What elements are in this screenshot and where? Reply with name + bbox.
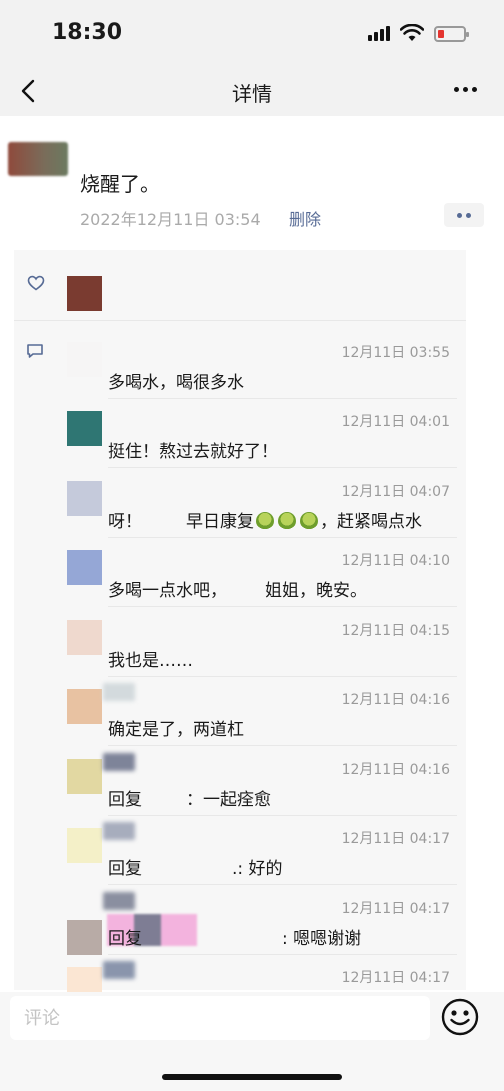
comment-item[interactable]: 12月11日 04:01 挺住！熬过去就好了！	[67, 399, 457, 468]
comment-input-bar	[0, 992, 504, 1091]
home-indicator	[162, 1074, 342, 1080]
redacted-name	[103, 892, 135, 910]
comment-text: 回复 .: 好的	[108, 854, 283, 879]
germ-emoji-icon	[278, 512, 296, 530]
commenter-avatar[interactable]	[67, 620, 102, 655]
commenter-avatar[interactable]	[67, 759, 102, 794]
like-comment-menu-button[interactable]	[444, 203, 484, 227]
comment-text-part: 回复	[108, 929, 142, 949]
divider	[108, 745, 457, 746]
germ-emoji-icon	[300, 512, 318, 530]
delete-button[interactable]: 删除	[289, 206, 321, 230]
comment-text: 回复 ：一起痊愈	[108, 785, 271, 810]
divider	[108, 606, 457, 607]
smiley-icon[interactable]	[440, 997, 480, 1037]
comment-text-part: .: 好的	[232, 859, 283, 879]
comment-time: 12月11日 04:10	[341, 553, 450, 569]
commenter-avatar[interactable]	[67, 920, 102, 955]
commenter-avatar[interactable]	[67, 550, 102, 585]
germ-emoji-icon	[256, 512, 274, 530]
more-icon[interactable]	[454, 87, 477, 92]
comment-text-part: 回复	[108, 859, 142, 879]
comment-item[interactable]: 12月11日 03:55 多喝水，喝很多水	[67, 330, 457, 399]
comment-time: 12月11日 04:07	[341, 484, 450, 500]
divider	[14, 320, 466, 321]
redacted-name	[103, 822, 135, 840]
comment-text-part: 呀！	[108, 512, 142, 532]
signal-icon	[368, 25, 390, 41]
comment-text-part: 姐姐，晚安。	[265, 581, 367, 601]
wifi-icon	[400, 24, 424, 41]
comment-time: 12月11日 04:17	[341, 831, 450, 847]
comment-time: 12月11日 04:17	[341, 970, 450, 986]
like-avatar[interactable]	[67, 276, 102, 311]
comment-text: 我也是……	[108, 651, 193, 671]
comment-time: 12月11日 04:16	[341, 692, 450, 708]
redacted-name	[103, 753, 135, 771]
commenter-avatar[interactable]	[67, 481, 102, 516]
comment-item[interactable]: 12月11日 04:15 我也是……	[67, 608, 457, 677]
comment-text: 多喝水，喝很多水	[108, 373, 244, 393]
status-time: 18:30	[52, 20, 123, 45]
status-bar: 18:30	[0, 0, 504, 66]
comment-text: 回复 : 嗯嗯谢谢	[108, 924, 361, 949]
divider	[108, 467, 457, 468]
comment-item[interactable]: 12月11日 04:16 回复 ：一起痊愈	[67, 747, 457, 816]
post-text: 烧醒了。	[80, 172, 160, 196]
author-avatar[interactable]	[8, 142, 68, 176]
comment-item[interactable]: 12月11日 04:16 确定是了，两道杠	[67, 677, 457, 746]
comment-time: 12月11日 04:15	[341, 623, 450, 639]
redacted-name	[103, 961, 135, 979]
comment-text: 挺住！熬过去就好了！	[108, 442, 278, 462]
battery-icon	[434, 26, 469, 42]
page-title: 详情	[232, 82, 272, 106]
comment-time: 12月11日 04:17	[341, 901, 450, 917]
nav-bar: 详情	[0, 66, 504, 116]
comment-item[interactable]: 12月11日 04:17 回复 : 嗯嗯谢谢	[67, 886, 457, 955]
comment-text-part: ，赶紧喝点水	[320, 512, 422, 532]
comment-item[interactable]: 12月11日 04:10 多喝一点水吧， 姐姐，晚安。	[67, 538, 457, 607]
comment-time: 12月11日 04:16	[341, 762, 450, 778]
redacted-name	[103, 683, 135, 701]
comment-item[interactable]: 12月11日 04:17 回复 .: 好的	[67, 816, 457, 885]
commenter-avatar[interactable]	[67, 689, 102, 724]
divider	[108, 884, 457, 885]
comment-text-part: ：一起痊愈	[186, 790, 271, 810]
comment-text-part: 多喝一点水吧，	[108, 581, 227, 601]
commenter-avatar[interactable]	[67, 411, 102, 446]
comment-time: 12月11日 04:01	[341, 414, 450, 430]
comment-text: 多喝一点水吧， 姐姐，晚安。	[108, 576, 367, 601]
comment-time: 12月11日 03:55	[341, 345, 450, 361]
commenter-avatar[interactable]	[67, 342, 102, 377]
comment-text-part: 早日康复	[186, 512, 254, 532]
comment-input[interactable]	[10, 996, 430, 1040]
comment-icon	[27, 344, 43, 358]
comment-text-part: 回复	[108, 790, 142, 810]
heart-icon	[27, 275, 45, 291]
comment-text: 呀！ 早日康复 ，赶紧喝点水	[108, 507, 422, 532]
comment-text: 确定是了，两道杠	[108, 720, 244, 740]
commenter-avatar[interactable]	[67, 828, 102, 863]
comment-item[interactable]: 12月11日 04:07 呀！ 早日康复 ，赶紧喝点水	[67, 469, 457, 538]
post-timestamp: 2022年12月11日 03:54	[80, 210, 261, 229]
comment-text-part: : 嗯嗯谢谢	[282, 929, 362, 949]
